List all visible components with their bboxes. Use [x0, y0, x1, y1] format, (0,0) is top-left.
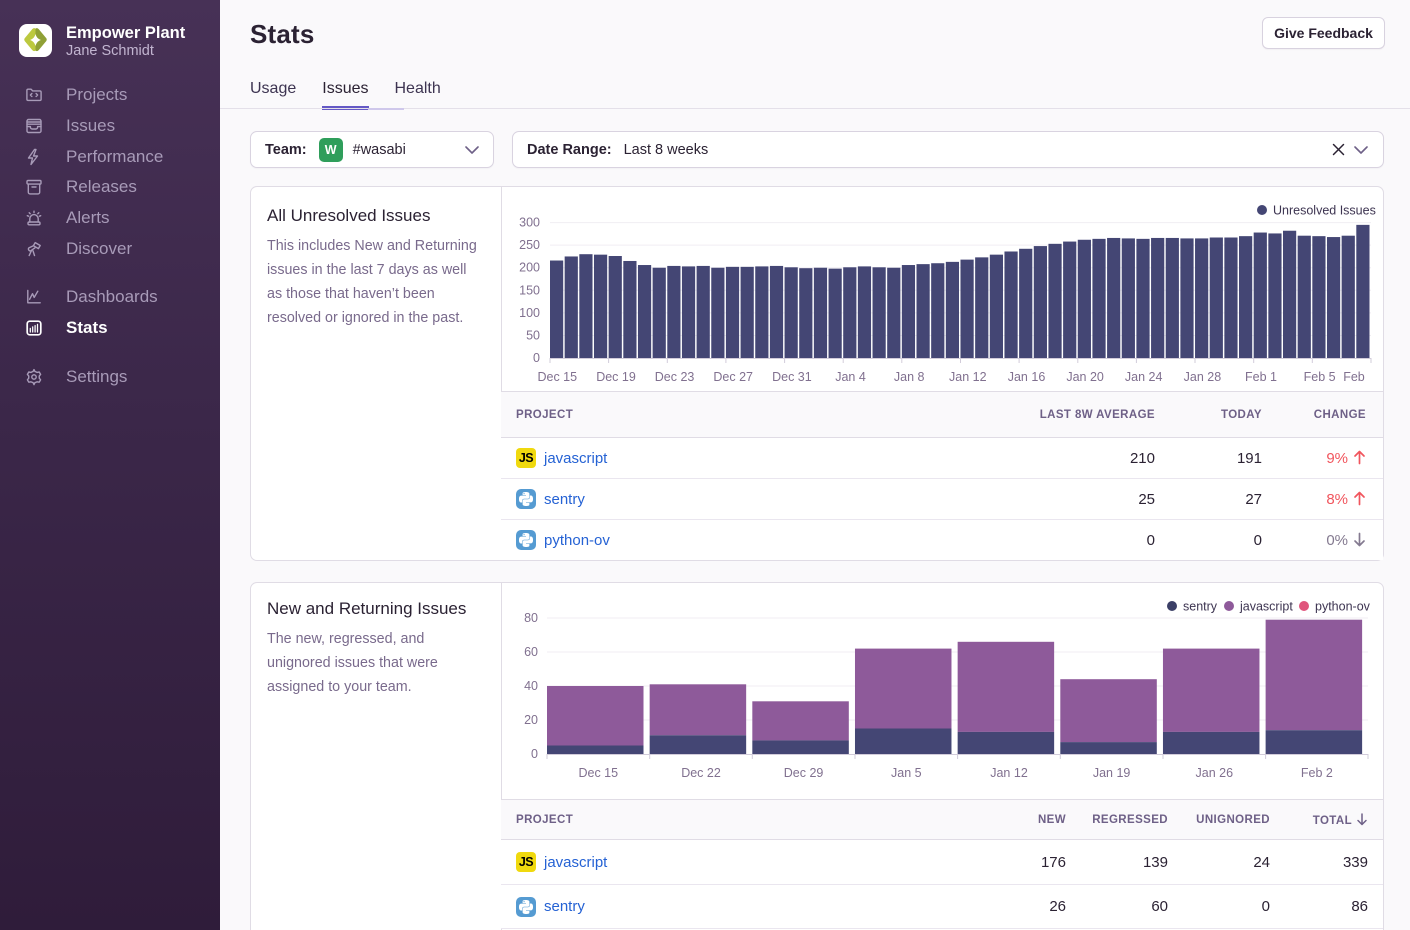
svg-text:Jan 16: Jan 16: [1008, 370, 1046, 384]
svg-text:Feb 5: Feb 5: [1304, 370, 1336, 384]
svg-text:Jan 5: Jan 5: [891, 766, 922, 780]
svg-text:60: 60: [524, 645, 538, 659]
svg-text:Dec 27: Dec 27: [713, 370, 753, 384]
svg-text:Feb 2: Feb 2: [1301, 766, 1333, 780]
svg-text:Jan 19: Jan 19: [1093, 766, 1131, 780]
svg-text:Jan 24: Jan 24: [1125, 370, 1163, 384]
svg-text:Dec 23: Dec 23: [655, 370, 695, 384]
svg-text:200: 200: [519, 261, 540, 275]
svg-text:0: 0: [531, 747, 538, 761]
svg-text:150: 150: [519, 283, 540, 297]
svg-text:Dec 19: Dec 19: [596, 370, 636, 384]
svg-text:Unresolved Issues: Unresolved Issues: [1273, 204, 1376, 218]
svg-text:300: 300: [519, 216, 540, 230]
svg-text:Jan 12: Jan 12: [949, 370, 987, 384]
svg-text:Jan 28: Jan 28: [1184, 370, 1222, 384]
svg-text:Jan 12: Jan 12: [990, 766, 1028, 780]
svg-text:0: 0: [533, 351, 540, 365]
svg-text:20: 20: [524, 713, 538, 727]
svg-text:Dec 15: Dec 15: [537, 370, 577, 384]
svg-text:Dec 31: Dec 31: [772, 370, 812, 384]
svg-text:Jan 20: Jan 20: [1066, 370, 1104, 384]
svg-text:javascript: javascript: [1239, 600, 1293, 614]
svg-text:Feb: Feb: [1343, 370, 1365, 384]
svg-text:Jan 8: Jan 8: [894, 370, 925, 384]
svg-text:Jan 4: Jan 4: [835, 370, 866, 384]
svg-text:Dec 29: Dec 29: [784, 766, 824, 780]
svg-text:sentry: sentry: [1183, 600, 1218, 614]
svg-text:python-ov: python-ov: [1315, 600, 1371, 614]
svg-text:100: 100: [519, 306, 540, 320]
svg-text:50: 50: [526, 328, 540, 342]
svg-text:Dec 22: Dec 22: [681, 766, 721, 780]
svg-text:80: 80: [524, 611, 538, 625]
svg-text:250: 250: [519, 238, 540, 252]
svg-text:Feb 1: Feb 1: [1245, 370, 1277, 384]
svg-text:40: 40: [524, 679, 538, 693]
svg-text:Jan 26: Jan 26: [1196, 766, 1234, 780]
svg-text:Dec 15: Dec 15: [578, 766, 618, 780]
